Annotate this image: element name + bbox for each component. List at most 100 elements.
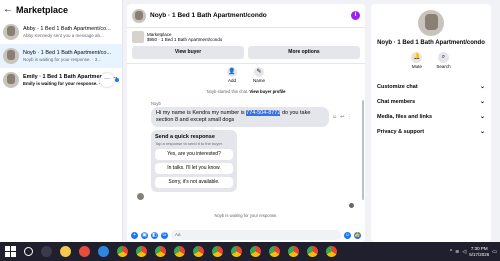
system-message: Noyb started this chat. View buyer profi… <box>127 89 365 94</box>
conversation-list: ← Marketplace Abby · 1 Bed 1 Bath Apartm… <box>0 0 123 242</box>
back-arrow-icon[interactable]: ← <box>3 5 13 15</box>
chat-title[interactable]: Noyb · 1 Bed 1 Bath Apartment/condo <box>150 12 351 19</box>
sticker-icon[interactable]: ◧ <box>151 231 158 239</box>
search-icon[interactable] <box>24 247 33 256</box>
section-label: Media, files and links <box>377 113 433 120</box>
section-label: Customize chat <box>377 83 418 90</box>
section-label: Privacy & support <box>377 128 425 135</box>
windows-start-icon[interactable] <box>5 246 16 257</box>
quick-response-sorry[interactable]: Sorry, it's not available. <box>155 177 233 188</box>
plus-icon[interactable]: + <box>131 231 138 239</box>
system-tray: ^ ≋ ◁ 7:30 PM 5/17/2026 ▭ <box>450 246 500 258</box>
mute-label: Mute <box>411 64 422 69</box>
chrome-icon[interactable] <box>155 246 166 257</box>
more-options-icon[interactable]: ··· <box>100 73 114 87</box>
app-icon[interactable] <box>98 246 109 257</box>
view-buyer-button[interactable]: View buyer <box>132 46 244 59</box>
chrome-icon[interactable] <box>212 246 223 257</box>
search-button[interactable]: ⌕ Search <box>436 52 451 69</box>
file-explorer-icon[interactable] <box>60 246 71 257</box>
avatar <box>418 10 444 36</box>
add-label: Add <box>227 78 236 83</box>
quick-response-subtitle: Tap a response to send it to the buyer. <box>155 141 223 146</box>
listing-card[interactable]: Marketplace $950 · 1 Bed 1 Bath Apartmen… <box>127 28 365 46</box>
conversation-item-emily[interactable]: Emily · 1 Bed 1 Bath Apartment/co... Emi… <box>0 68 122 92</box>
quick-response-in-talks[interactable]: In talks. I'll let you know. <box>155 163 233 174</box>
conversation-name: Abby · 1 Bed 1 Bath Apartment/co... <box>23 26 111 32</box>
chrome-icon[interactable] <box>326 246 337 257</box>
conversation-snippet: Noyb is waiting for your response. · 3..… <box>23 57 102 62</box>
section-customize-chat[interactable]: Customize chat ⌄ <box>371 79 491 94</box>
details-panel: Noyb · 1 Bed 1 Bath Apartment/condo 🔔 Mu… <box>371 4 491 242</box>
divider <box>127 63 365 64</box>
avatar <box>3 72 19 88</box>
person-add-icon: 👤 <box>226 67 237 77</box>
notification-icon[interactable]: ▭ <box>492 249 497 255</box>
chrome-icon[interactable] <box>231 246 242 257</box>
chrome-icon[interactable] <box>136 246 147 257</box>
section-media-files-links[interactable]: Media, files and links ⌄ <box>371 109 491 124</box>
view-buyer-profile-link[interactable]: View buyer profile <box>249 89 285 94</box>
chat-panel: Noyb · 1 Bed 1 Bath Apartment/condo i Ma… <box>127 4 365 242</box>
avatar <box>3 48 19 64</box>
messenger-app: ← Marketplace Abby · 1 Bed 1 Bath Apartm… <box>0 0 500 242</box>
search-label: Search <box>436 64 451 69</box>
chrome-icon[interactable] <box>269 246 280 257</box>
message-text-start: Hi my name is Kendra my number is <box>156 110 245 116</box>
like-icon[interactable]: 👍 <box>354 231 361 239</box>
reply-icon[interactable]: ↩ <box>340 114 344 120</box>
chat-scrollbar[interactable] <box>362 100 364 200</box>
volume-icon[interactable]: ◁ <box>462 249 466 255</box>
quick-response-yes[interactable]: Yes, are you interested? <box>155 149 233 160</box>
gif-icon[interactable]: G <box>161 231 168 239</box>
contact-name: Noyb · 1 Bed 1 Bath Apartment/condo <box>377 40 485 46</box>
chrome-icon[interactable] <box>174 246 185 257</box>
avatar <box>3 24 19 40</box>
image-icon[interactable]: ▣ <box>141 231 148 239</box>
section-privacy-support[interactable]: Privacy & support ⌄ <box>371 124 491 139</box>
wifi-icon[interactable]: ≋ <box>455 249 459 255</box>
message-bubble[interactable]: Hi my name is Kendra my number is 774-50… <box>151 107 329 127</box>
bell-icon: 🔔 <box>411 52 423 63</box>
chrome-icon[interactable] <box>307 246 318 257</box>
emoji-icon[interactable]: ☺ <box>344 231 351 239</box>
clock[interactable]: 7:30 PM 5/17/2026 <box>469 246 489 258</box>
message-input[interactable]: Aa <box>171 230 341 240</box>
chrome-icon[interactable] <box>117 246 128 257</box>
more-options-button[interactable]: More options <box>248 46 360 59</box>
quick-response-card: Send a quick response Tap a response to … <box>151 130 237 192</box>
chrome-icon[interactable] <box>193 246 204 257</box>
seen-icon <box>349 203 354 208</box>
chevron-up-icon[interactable]: ^ <box>450 249 452 255</box>
phone-number-highlight[interactable]: 774-504-8772 <box>246 110 281 116</box>
conversation-name: Noyb · 1 Bed 1 Bath Apartment/co... <box>23 50 112 56</box>
chevron-down-icon: ⌄ <box>479 114 485 120</box>
info-icon[interactable]: i <box>351 11 360 20</box>
conversation-snippet: Abby Kennedy sent you a message ab... <box>23 33 104 38</box>
conversation-item-abby[interactable]: Abby · 1 Bed 1 Bath Apartment/co... Abby… <box>0 20 122 44</box>
left-title: Marketplace <box>16 5 69 15</box>
waiting-status: Noyb is waiting for your response. <box>214 213 278 218</box>
mute-button[interactable]: 🔔 Mute <box>411 52 423 69</box>
section-chat-members[interactable]: Chat members ⌄ <box>371 94 491 109</box>
chevron-down-icon: ⌄ <box>479 129 485 135</box>
system-message-text: Noyb started this chat. <box>206 89 249 94</box>
left-header: ← Marketplace <box>0 0 122 20</box>
listing-price: $950 · 1 Bed 1 Bath Apartment/condo <box>147 37 223 42</box>
emoji-icon[interactable]: ☺ <box>332 114 337 120</box>
sender-avatar <box>137 193 144 200</box>
more-icon[interactable]: ⋮ <box>347 114 352 120</box>
add-button[interactable]: 👤 Add <box>226 67 237 83</box>
chat-header: Noyb · 1 Bed 1 Bath Apartment/condo i <box>127 4 365 28</box>
avatar[interactable] <box>132 8 146 23</box>
chrome-icon[interactable] <box>288 246 299 257</box>
search-icon: ⌕ <box>437 52 449 63</box>
conversation-item-noyb[interactable]: Noyb · 1 Bed 1 Bath Apartment/co... Noyb… <box>0 44 122 68</box>
task-view-icon[interactable] <box>41 246 52 257</box>
pencil-icon: ✎ <box>253 67 264 77</box>
chrome-icon[interactable] <box>250 246 261 257</box>
name-button[interactable]: ✎ Name <box>253 67 265 83</box>
unread-dot-icon <box>115 78 119 82</box>
taskbar: ^ ≋ ◁ 7:30 PM 5/17/2026 ▭ <box>0 242 500 261</box>
app-icon[interactable] <box>79 246 90 257</box>
